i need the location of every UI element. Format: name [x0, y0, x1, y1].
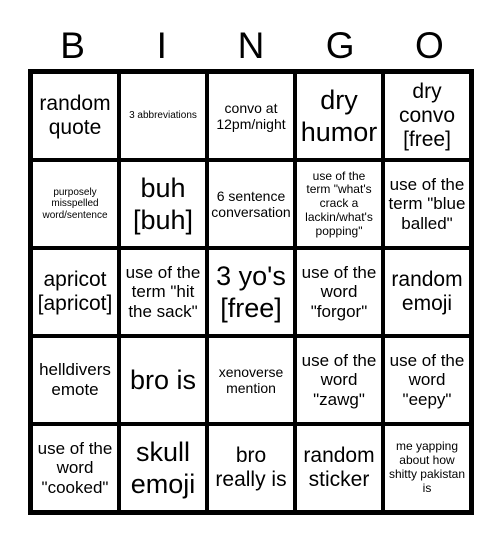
bingo-cell[interactable]: convo at 12pm/night: [207, 72, 295, 160]
bingo-cell[interactable]: random quote: [31, 72, 119, 160]
bingo-cell[interactable]: dry humor: [295, 72, 383, 160]
bingo-cell[interactable]: use of the word "eepy": [383, 336, 471, 424]
bingo-cell[interactable]: xenoverse mention: [207, 336, 295, 424]
bingo-header: B I N G O: [28, 22, 474, 70]
bingo-cell[interactable]: bro really is: [207, 424, 295, 512]
bingo-cell[interactable]: skull emoji: [119, 424, 207, 512]
bingo-cell[interactable]: dry convo [free]: [383, 72, 471, 160]
bingo-cell[interactable]: helldivers emote: [31, 336, 119, 424]
header-letter-n: N: [237, 25, 265, 66]
bingo-cell[interactable]: buh [buh]: [119, 160, 207, 248]
header-letter-b: B: [60, 25, 85, 66]
bingo-cell[interactable]: apricot [apricot]: [31, 248, 119, 336]
header-letter-o: O: [415, 25, 444, 66]
bingo-cell[interactable]: 3 abbreviations: [119, 72, 207, 160]
bingo-cell[interactable]: use of the term "hit the sack": [119, 248, 207, 336]
bingo-cell[interactable]: purposely misspelled word/sentence: [31, 160, 119, 248]
bingo-cell-free[interactable]: 3 yo's [free]: [207, 248, 295, 336]
bingo-cell[interactable]: bro is: [119, 336, 207, 424]
header-letter-g: G: [325, 25, 355, 66]
bingo-cell[interactable]: use of the word "cooked": [31, 424, 119, 512]
bingo-cell[interactable]: use of the term "what's crack a lackin/w…: [295, 160, 383, 248]
bingo-cell[interactable]: random emoji: [383, 248, 471, 336]
header-letter-i: I: [156, 25, 167, 66]
bingo-cell[interactable]: use of the word "zawg": [295, 336, 383, 424]
bingo-cell[interactable]: random sticker: [295, 424, 383, 512]
bingo-cell[interactable]: use of the term "blue balled": [383, 160, 471, 248]
bingo-cell[interactable]: me yapping about how shitty pakistan is: [383, 424, 471, 512]
bingo-cell[interactable]: use of the word "forgor": [295, 248, 383, 336]
bingo-card: random quote 3 abbreviations convo at 12…: [28, 69, 474, 515]
bingo-cell[interactable]: 6 sentence conversation: [207, 160, 295, 248]
